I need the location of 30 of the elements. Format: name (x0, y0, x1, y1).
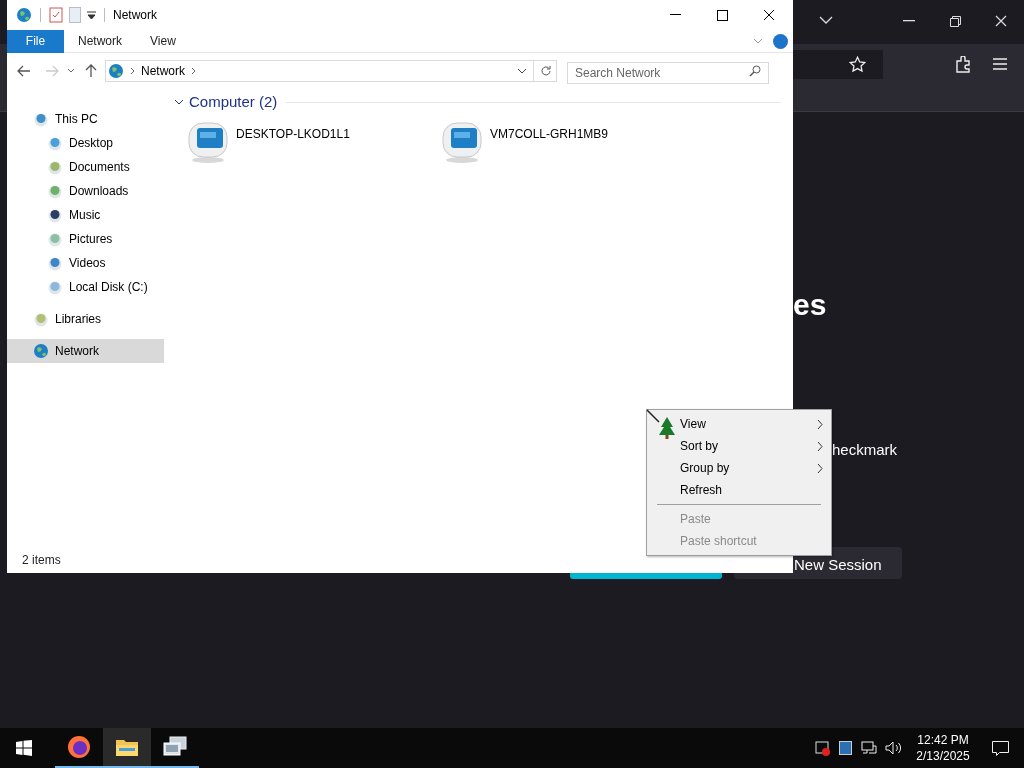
address-bar[interactable]: Network (105, 59, 557, 82)
computer-item[interactable]: VM7COLL-GRH1MB9 (440, 119, 694, 164)
computer-name: DESKTOP-LKOD1L1 (236, 125, 350, 143)
menu-item[interactable]: Group by (647, 457, 831, 479)
sidebar-item[interactable]: Downloads (7, 179, 164, 203)
sidebar-item[interactable]: Documents (7, 155, 164, 179)
sidebar-item[interactable]: This PC (7, 107, 164, 131)
group-header[interactable]: Computer (2) (189, 91, 278, 114)
status-text: 2 items (22, 552, 61, 569)
sidebar-item[interactable]: Videos (7, 251, 164, 275)
computer-name: VM7COLL-GRH1MB9 (490, 125, 609, 143)
sidebar-item[interactable]: Network (7, 339, 164, 363)
menu-item[interactable]: Sort by (647, 435, 831, 457)
window-title: Network (113, 7, 157, 24)
clock[interactable]: 12:42 PM 2/13/2025 (912, 732, 974, 764)
ribbon-tab[interactable]: File (7, 29, 64, 53)
computer-item[interactable]: DESKTOP-LKOD1L1 (186, 119, 440, 164)
sidebar-item[interactable]: Pictures (7, 227, 164, 251)
sidebar-item[interactable]: Desktop (7, 131, 164, 155)
page-text: heckmark (832, 440, 898, 460)
menu-item[interactable]: View (647, 413, 831, 435)
ribbon-tab[interactable]: Network (64, 29, 136, 53)
sidebar-item[interactable]: Libraries (7, 307, 164, 331)
page-heading: es (793, 287, 827, 323)
menu-item[interactable]: Refresh (647, 479, 831, 501)
sidebar-item[interactable]: Local Disk (C:) (7, 275, 164, 299)
search-field[interactable]: Search Network (567, 61, 769, 84)
sidebar-item[interactable]: Music (7, 203, 164, 227)
breadcrumb[interactable]: Network (141, 61, 185, 80)
ribbon-tab[interactable]: View (136, 29, 190, 53)
